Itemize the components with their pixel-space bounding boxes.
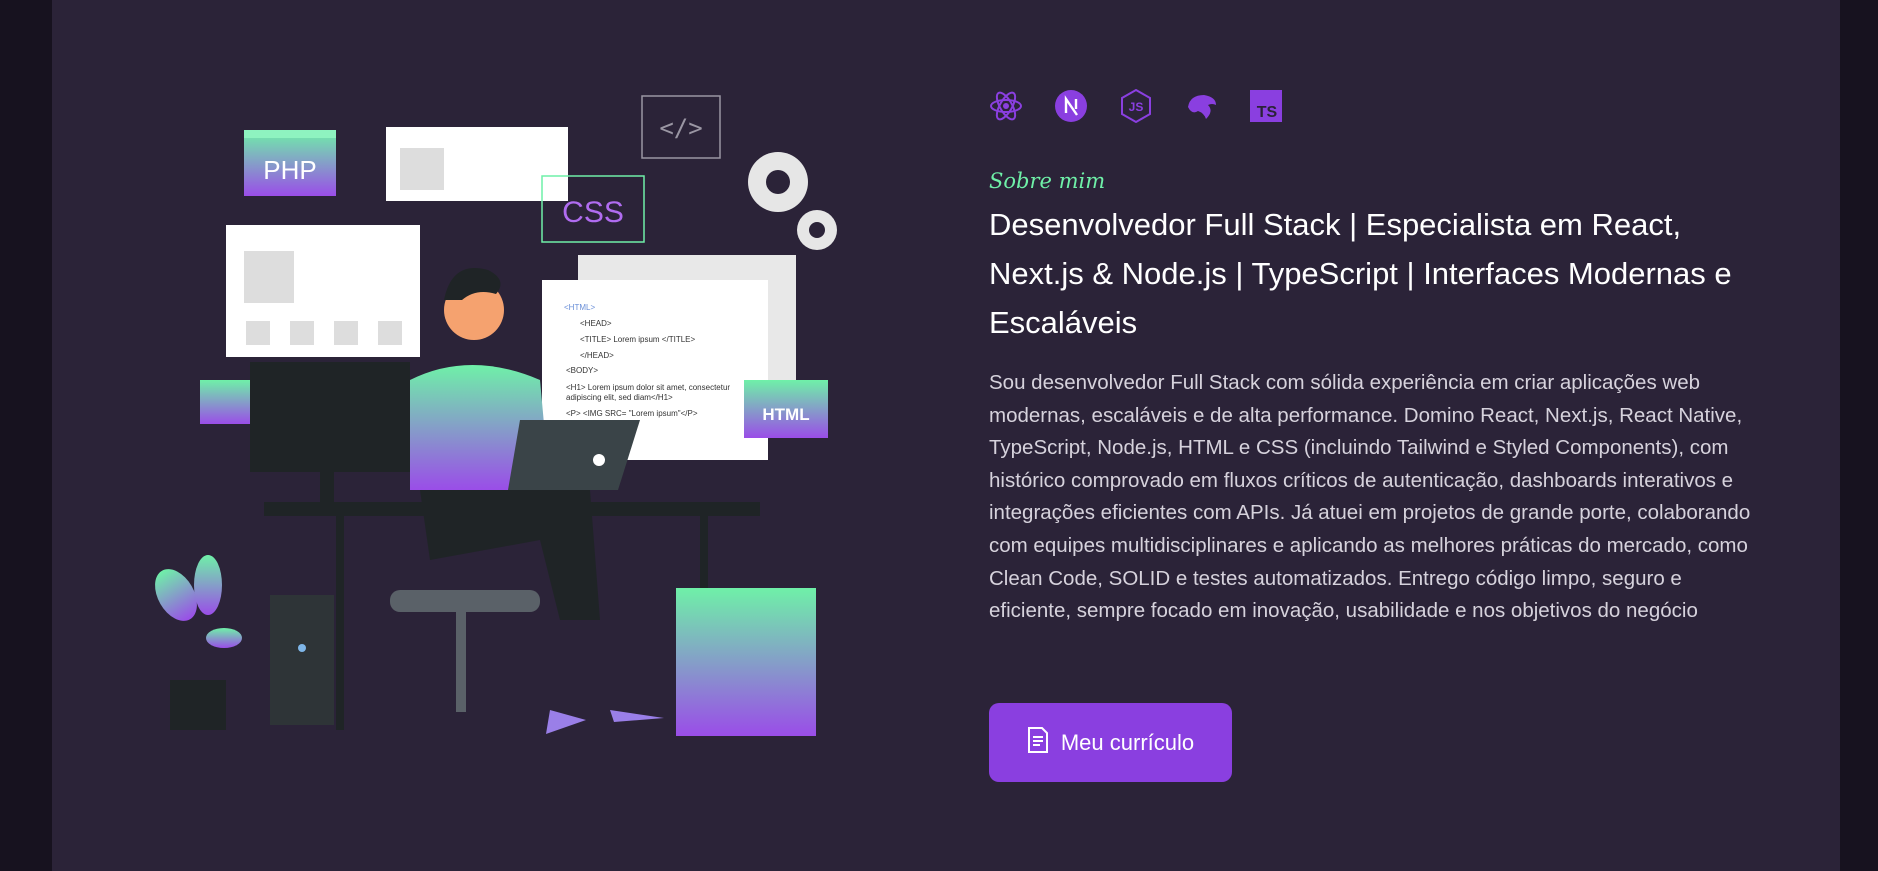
nodejs-icon: JS <box>1119 89 1153 123</box>
html-window: HTML <box>744 380 828 438</box>
developer-illustration: PHP </> CSS <HTML> <HEAD> <TITLE> Lorem … <box>155 95 837 736</box>
svg-text:<HTML>: <HTML> <box>564 303 595 312</box>
svg-text:<P> <IMG SRC= "Lorem ipsum"</P: <P> <IMG SRC= "Lorem ipsum"</P> <box>566 409 698 418</box>
nestjs-icon <box>1184 89 1218 123</box>
pc-tower <box>270 595 334 725</box>
svg-text:<HEAD>: <HEAD> <box>580 319 612 328</box>
svg-text:TS: TS <box>1257 104 1278 121</box>
storage-box <box>676 588 816 736</box>
typescript-icon: TS <box>1249 89 1283 123</box>
svg-text:</HEAD>: </HEAD> <box>580 351 614 360</box>
tech-stack-icons: JS TS <box>989 89 1348 123</box>
resume-button[interactable]: Meu currículo <box>989 703 1232 782</box>
bio-text: Sou desenvolvedor Full Stack com sólida … <box>989 371 1751 623</box>
document-icon <box>1027 726 1049 760</box>
plant <box>155 555 242 730</box>
laptop <box>508 420 640 490</box>
desk <box>264 502 760 516</box>
svg-text:PHP: PHP <box>263 155 316 185</box>
svg-text:JS: JS <box>1129 100 1144 114</box>
react-icon <box>989 89 1023 123</box>
svg-text:<BODY>: <BODY> <box>566 366 598 375</box>
gear-icon <box>748 152 837 250</box>
nextjs-icon <box>1054 89 1088 123</box>
svg-text:CSS: CSS <box>562 196 624 229</box>
svg-text:<TITLE> Lorem ipsum </TITLE>: <TITLE> Lorem ipsum </TITLE> <box>580 335 695 344</box>
php-window: PHP <box>244 130 336 196</box>
svg-text:<H1> Lorem ipsum dolor sit ame: <H1> Lorem ipsum dolor sit amet, consect… <box>566 383 730 392</box>
monitor <box>250 362 410 472</box>
resume-button-label: Meu currículo <box>1060 729 1195 755</box>
headline: Desenvolvedor Full Stack | Especialista … <box>989 207 1732 340</box>
svg-text:adipiscing elit, sed diam</H1>: adipiscing elit, sed diam</H1> <box>566 393 673 402</box>
svg-text:</>: </> <box>659 114 702 142</box>
svg-text:HTML: HTML <box>762 405 809 424</box>
tailwind-icon <box>1314 89 1348 123</box>
section-eyebrow: Sobre mim <box>989 169 1106 193</box>
